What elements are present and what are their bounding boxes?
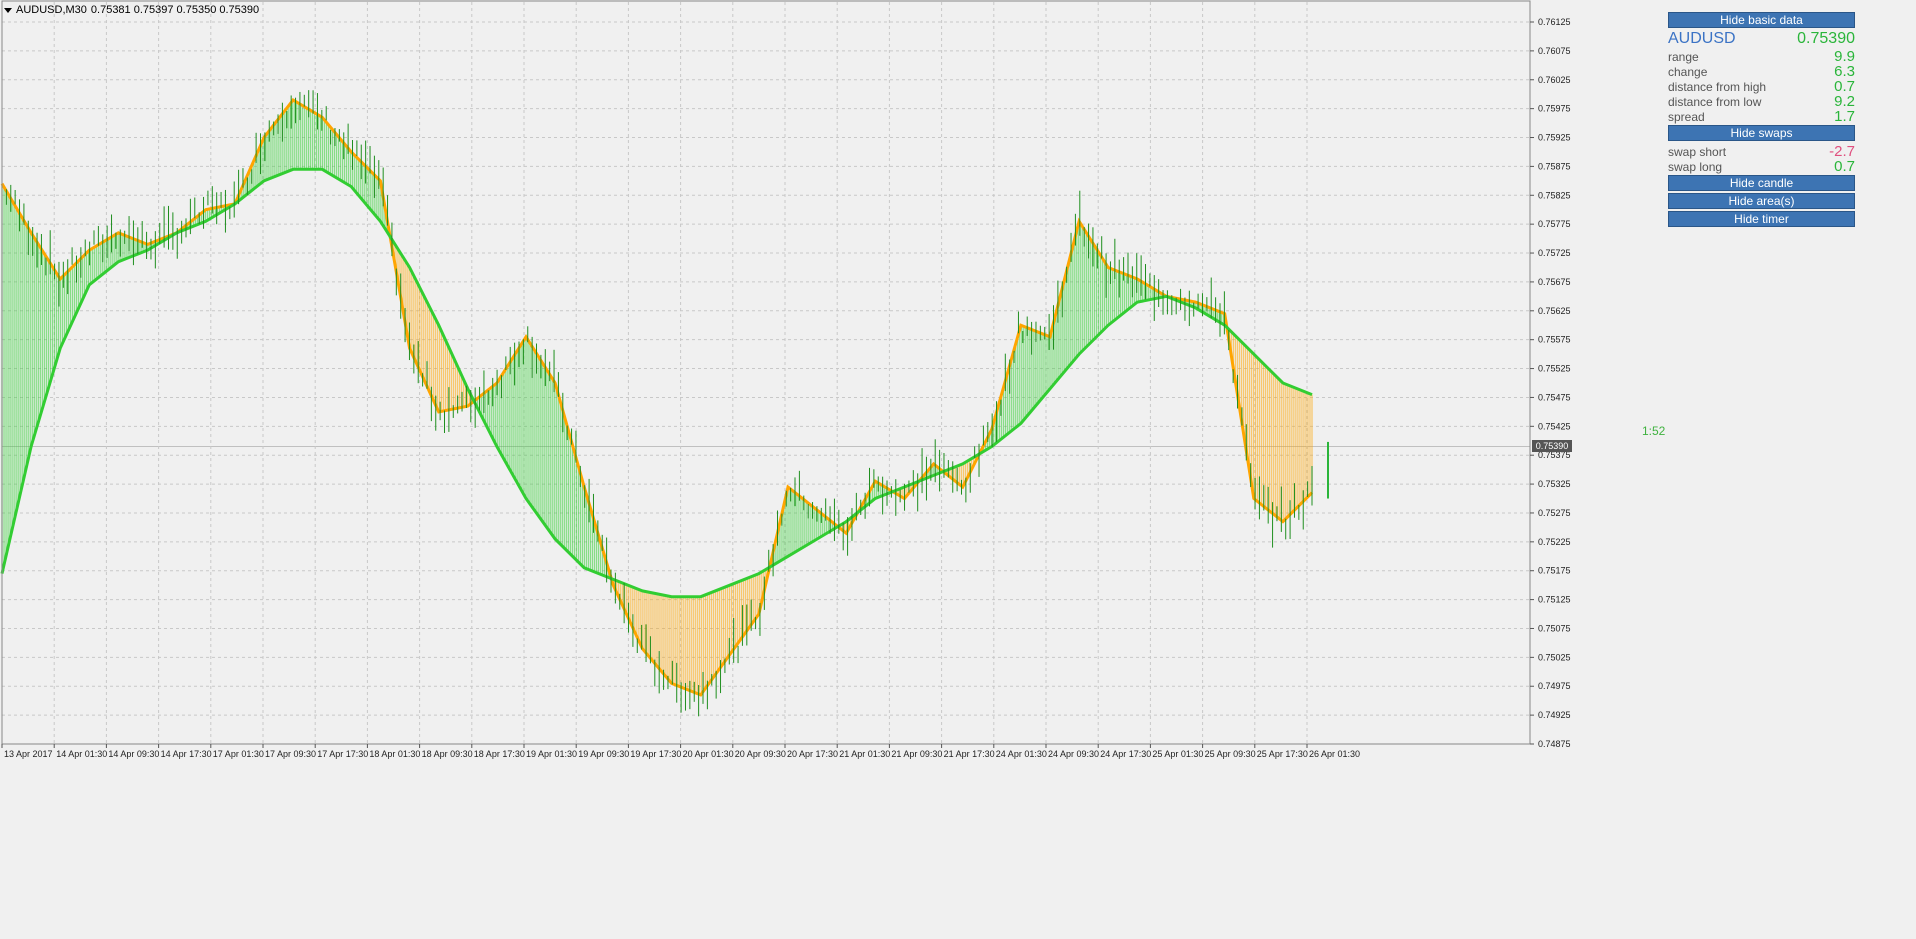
stat-label: distance from low [1668, 95, 1762, 109]
y-tick-label: 0.75525 [1538, 364, 1571, 374]
x-tick-label: 19 Apr 17:30 [630, 749, 681, 759]
x-tick-label: 21 Apr 01:30 [839, 749, 890, 759]
x-tick-label: 17 Apr 01:30 [213, 749, 264, 759]
stat-row-spread: spread 1.7 [1668, 108, 1855, 125]
x-tick-label: 24 Apr 09:30 [1048, 749, 1099, 759]
hide-areas-button[interactable]: Hide area(s) [1668, 193, 1855, 209]
stat-value: 1.7 [1834, 108, 1855, 125]
stat-label: distance from high [1668, 80, 1767, 94]
y-tick-label: 0.74875 [1538, 739, 1571, 749]
candle-timer: 1:52 [1642, 424, 1666, 438]
symbol-row: AUDUSD 0.75390 [1668, 30, 1855, 48]
slow-ma-line [0, 167, 1313, 599]
x-tick-label: 25 Apr 09:30 [1205, 749, 1256, 759]
chart-area[interactable]: 0.76125 0.76075 0.76025 0.75975 0.75925 0.758… [0, 0, 1916, 934]
stat-row-distance-high: distance from high 0.7 [1668, 78, 1855, 95]
x-tick-label: 18 Apr 01:30 [369, 749, 420, 759]
y-tick-label: 0.75075 [1538, 623, 1571, 633]
x-tick-label: 25 Apr 01:30 [1152, 749, 1203, 759]
y-tick-label: 0.75825 [1538, 190, 1571, 200]
stat-label: spread [1668, 110, 1705, 124]
y-tick-label: 0.75725 [1538, 248, 1571, 258]
swap-row-long: swap long 0.7 [1668, 158, 1855, 175]
stat-row-change: change 6.3 [1668, 63, 1855, 80]
y-tick-label: 0.75625 [1538, 306, 1571, 316]
x-tick-label: 21 Apr 09:30 [891, 749, 942, 759]
symbol-name: AUDUSD [1668, 30, 1736, 47]
x-tick-label: 14 Apr 09:30 [108, 749, 159, 759]
stat-label: range [1668, 50, 1699, 64]
x-tick-label: 19 Apr 01:30 [526, 749, 577, 759]
stat-row-range: range 9.9 [1668, 48, 1855, 65]
x-tick-label: 21 Apr 17:30 [944, 749, 995, 759]
x-tick-label: 13 Apr 2017 [4, 749, 53, 759]
y-tick-label: 0.75025 [1538, 652, 1571, 662]
x-tick-label: 24 Apr 01:30 [996, 749, 1047, 759]
swap-value: 0.7 [1834, 158, 1855, 175]
x-tick-label: 20 Apr 09:30 [735, 749, 786, 759]
y-tick-label: 0.75875 [1538, 161, 1571, 171]
y-tick-label: 0.76125 [1538, 17, 1571, 27]
swap-row-short: swap short -2.7 [1668, 143, 1855, 160]
y-tick-label: 0.75925 [1538, 133, 1571, 143]
price-chart[interactable]: 0.76125 0.76075 0.76025 0.75975 0.75925 0.758… [0, 0, 1916, 934]
x-tick-label: 14 Apr 01:30 [56, 749, 107, 759]
hide-basic-data-button[interactable]: Hide basic data [1668, 12, 1855, 28]
current-price-tag: 0.75390 [1532, 440, 1572, 452]
swap-label: swap short [1668, 145, 1727, 159]
hide-swaps-button[interactable]: Hide swaps [1668, 125, 1855, 141]
axes: 0.76125 0.76075 0.76025 0.75975 0.75925 0.758… [1, 0, 1571, 759]
y-tick-label: 0.75425 [1538, 421, 1571, 431]
x-tick-label: 20 Apr 17:30 [787, 749, 838, 759]
y-tick-label: 0.75125 [1538, 595, 1571, 605]
x-tick-label: 25 Apr 17:30 [1257, 749, 1308, 759]
chart-frame [1, 0, 1531, 745]
ohlc-values: 0.75381 0.75397 0.75350 0.75390 [90, 4, 260, 16]
x-tick-label: 20 Apr 01:30 [683, 749, 734, 759]
x-tick-label: 14 Apr 17:30 [161, 749, 212, 759]
y-tick-label: 0.75175 [1538, 566, 1571, 576]
y-tick-label: 0.75325 [1538, 479, 1571, 489]
dropdown-triangle-icon[interactable] [4, 7, 12, 13]
y-tick-label: 0.75575 [1538, 335, 1571, 345]
x-tick-label: 18 Apr 09:30 [422, 749, 473, 759]
y-tick-label: 0.76075 [1538, 46, 1571, 56]
x-tick-label: 17 Apr 17:30 [317, 749, 368, 759]
stat-row-distance-low: distance from low 9.2 [1668, 93, 1855, 110]
y-tick-label: 0.75225 [1538, 537, 1571, 547]
swap-label: swap long [1668, 160, 1723, 174]
x-tick-label: 17 Apr 09:30 [265, 749, 316, 759]
chart-title[interactable]: AUDUSD,M30 0.75381 0.75397 0.75350 0.753… [4, 4, 259, 16]
y-tick-label: 0.75675 [1538, 277, 1571, 287]
y-tick-label: 0.75275 [1538, 508, 1571, 518]
stat-label: change [1668, 65, 1708, 79]
x-tick-label: 18 Apr 17:30 [474, 749, 525, 759]
hide-timer-button[interactable]: Hide timer [1668, 211, 1855, 227]
y-tick-label: 0.75975 [1538, 104, 1571, 114]
info-panel: Hide basic data AUDUSD 0.75390 range 9.9 … [1668, 12, 1855, 229]
y-tick-label: 0.74975 [1538, 681, 1571, 691]
y-tick-label: 0.75775 [1538, 219, 1571, 229]
x-tick-label: 19 Apr 09:30 [578, 749, 629, 759]
y-tick-label: 0.75475 [1538, 392, 1571, 402]
hide-candle-button[interactable]: Hide candle [1668, 175, 1855, 191]
symbol-timeframe: AUDUSD,M30 [16, 4, 87, 16]
grid [1, 2, 1530, 745]
y-tick-label: 0.74925 [1538, 710, 1571, 720]
symbol-price: 0.75390 [1797, 30, 1855, 47]
y-tick-label: 0.76025 [1538, 75, 1571, 85]
x-tick-label: 24 Apr 17:30 [1100, 749, 1151, 759]
x-tick-label: 26 Apr 01:30 [1309, 749, 1360, 759]
